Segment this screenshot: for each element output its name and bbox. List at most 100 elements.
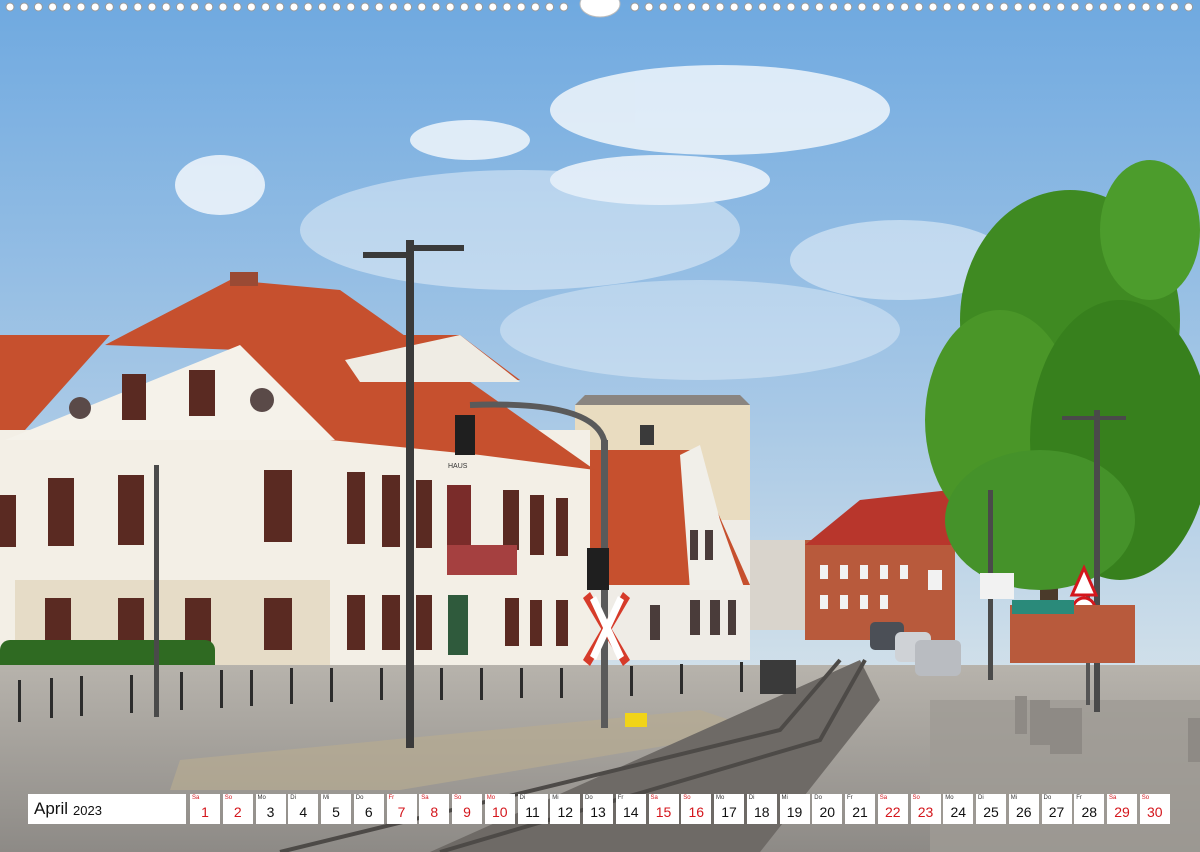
- binding-ring: [630, 2, 640, 12]
- binding-ring: [729, 2, 739, 12]
- binding-ring: [928, 2, 938, 12]
- binding-ring: [786, 2, 796, 12]
- binding-ring: [303, 2, 313, 12]
- binding-ring: [374, 2, 384, 12]
- calendar-day: Mi 5: [321, 794, 351, 824]
- calendar-date: 19: [786, 804, 803, 820]
- binding-ring: [502, 2, 512, 12]
- calendar-date: 15: [655, 804, 672, 820]
- binding-ring: [218, 2, 228, 12]
- calendar-weekday: Mi: [552, 795, 559, 801]
- binding-ring: [1098, 2, 1108, 12]
- calendar-day: Do 27: [1041, 794, 1072, 824]
- calendar-date: 30: [1146, 804, 1163, 820]
- street-scene-photo: HAUS: [0, 0, 1200, 852]
- binding-ring: [687, 2, 697, 12]
- binding-ring: [829, 2, 839, 12]
- calendar-day: Do 6: [353, 794, 384, 824]
- binding-ring: [1084, 2, 1094, 12]
- binding-ring: [1013, 2, 1023, 12]
- binding-ring: [119, 2, 129, 12]
- binding-ring: [431, 2, 441, 12]
- calendar-day: So 2: [222, 794, 253, 824]
- calendar-date: 11: [525, 804, 540, 820]
- calendar-date: 10: [491, 804, 508, 820]
- calendar-weekday: Sa: [1109, 795, 1117, 801]
- calendar-weekday: Do: [814, 795, 822, 801]
- binding-ring: [190, 2, 200, 12]
- binding-ring: [758, 2, 768, 12]
- binding-ring: [672, 2, 682, 12]
- binding-ring: [1027, 2, 1037, 12]
- calendar-date: 18: [753, 804, 770, 820]
- calendar-date: 2: [233, 804, 242, 820]
- calendar-day: Di 11: [517, 794, 548, 824]
- calendar-day: So 23: [910, 794, 941, 824]
- binding-ring: [814, 2, 824, 12]
- binding-ring: [246, 2, 256, 12]
- binding-ring: [147, 2, 157, 12]
- calendar-date: 13: [590, 804, 606, 820]
- month-name: April: [34, 799, 69, 818]
- binding-ring: [474, 2, 484, 12]
- binding-ring: [1169, 2, 1179, 12]
- calendar-date: 21: [852, 804, 868, 820]
- binding-ring: [900, 2, 910, 12]
- binding-ring: [232, 2, 242, 12]
- binding-ring: [317, 2, 327, 12]
- calendar-weekday: Mi: [1010, 795, 1018, 801]
- calendar-weekday: Fr: [388, 795, 395, 801]
- calendar-date: 14: [622, 804, 639, 820]
- calendar-day: Mi 26: [1008, 794, 1039, 824]
- binding-ring: [417, 2, 427, 12]
- binding-ring: [76, 2, 86, 12]
- binding-ring: [261, 2, 271, 12]
- calendar-day: Fr 14: [615, 794, 646, 824]
- binding-ring: [1184, 2, 1194, 12]
- binding-ring: [914, 2, 924, 12]
- calendar-date: 9: [463, 804, 471, 820]
- binding-ring: [971, 2, 981, 12]
- calendar-date: 20: [819, 804, 836, 820]
- binding-ring: [1070, 2, 1080, 12]
- calendar-day: Mo 17: [714, 794, 744, 824]
- calendar-date: 16: [688, 804, 705, 820]
- binding-ring: [715, 2, 725, 12]
- binding-ring: [275, 2, 285, 12]
- calendar-weekday: Sa: [192, 795, 200, 801]
- binding-ring: [360, 2, 370, 12]
- calendar-date: 25: [983, 804, 999, 820]
- calendar-weekday: Sa: [879, 795, 888, 801]
- binding-ring: [5, 2, 15, 12]
- calendar-weekday: Mo: [716, 795, 725, 801]
- binding-ring: [857, 2, 867, 12]
- calendar-weekday: Sa: [650, 795, 658, 801]
- binding-ring: [346, 2, 356, 12]
- calendar-weekday: Di: [519, 795, 526, 801]
- calendar-weekday: So: [1141, 795, 1150, 801]
- binding-ring: [644, 2, 654, 12]
- binding-ring: [459, 2, 469, 12]
- calendar-weekday: Mi: [323, 795, 330, 801]
- spiral-binding: [5, 0, 1194, 18]
- binding-ring: [104, 2, 114, 12]
- binding-ring: [488, 2, 498, 12]
- calendar-day: Di 4: [288, 794, 319, 824]
- calendar-weekday: Di: [748, 795, 755, 801]
- binding-ring: [743, 2, 753, 12]
- calendar-date: 24: [950, 804, 967, 820]
- round-window-right: [250, 388, 274, 412]
- binding-ring: [1127, 2, 1137, 12]
- calendar-day: Sa 1: [190, 794, 220, 824]
- binding-ring: [942, 2, 952, 12]
- calendar-weekday: Do: [355, 795, 364, 801]
- calendar-date: 28: [1081, 804, 1098, 820]
- calendar-date: 23: [917, 804, 934, 820]
- calendar-day: Sa 15: [648, 794, 679, 824]
- binding-ring: [19, 2, 29, 12]
- round-window-left: [69, 397, 91, 419]
- calendar-date: 17: [721, 804, 737, 820]
- building-sign: HAUS: [448, 463, 468, 470]
- calendar-weekday: Sa: [421, 795, 429, 801]
- calendar-date: 6: [364, 804, 373, 820]
